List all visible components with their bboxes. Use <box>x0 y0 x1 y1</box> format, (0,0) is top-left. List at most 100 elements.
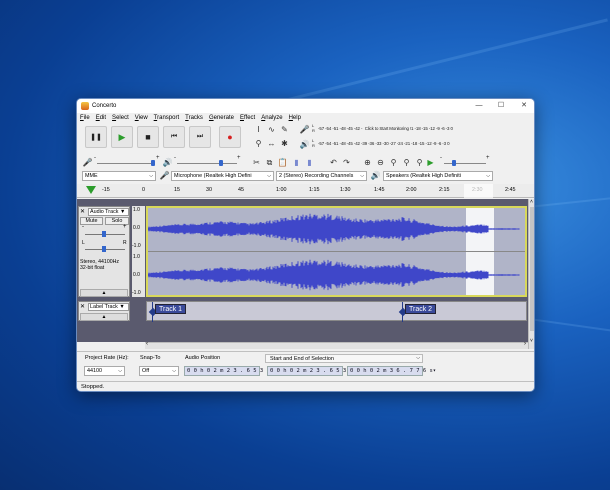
play-speed-thumb[interactable] <box>452 160 456 166</box>
vertical-scrollbar[interactable]: ˄ ˅ <box>528 199 534 349</box>
zoom-out-icon[interactable]: ⊖ <box>375 157 386 168</box>
recording-device-select[interactable]: Microphone (Realtek High Defini ⌵ <box>171 171 274 181</box>
redo-icon[interactable]: ↷ <box>341 157 352 168</box>
multi-tool-icon[interactable]: ✱ <box>279 138 290 149</box>
menu-generate[interactable]: Generate <box>209 115 234 121</box>
speed-plus: + <box>486 155 490 161</box>
horizontal-scrollbar[interactable]: ‹ › <box>145 341 528 349</box>
record-button[interactable]: ● <box>219 126 241 148</box>
timeline-play-head-icon[interactable] <box>86 186 96 194</box>
scroll-left-icon[interactable]: ‹ <box>146 341 148 347</box>
pan-thumb[interactable] <box>102 246 106 252</box>
collapse-track-button[interactable]: ▲ <box>80 289 128 297</box>
record-meter-scale[interactable]: -57 -54 -51 -48 -45 -42 - Click to Start… <box>318 126 453 131</box>
scroll-down-icon[interactable]: ˅ <box>530 338 533 344</box>
audio-clip[interactable] <box>146 206 527 297</box>
silence-audio-icon[interactable]: ▮ <box>304 157 315 168</box>
chevron-down-icon: ⌵ <box>486 173 490 179</box>
speed-minus: - <box>440 155 442 161</box>
playback-volume-thumb[interactable] <box>219 160 223 166</box>
menu-analyze[interactable]: Analyze <box>261 115 282 121</box>
audio-host-value: MME <box>85 173 98 179</box>
playback-device-select[interactable]: Speakers (Realtek High Definiti ⌵ <box>383 171 493 181</box>
menu-edit[interactable]: Edit <box>96 115 106 121</box>
ruler-tick-label: 30 <box>206 187 212 193</box>
maximize-button[interactable]: ☐ <box>491 99 511 113</box>
microphone-icon[interactable]: 🎤 <box>299 124 310 135</box>
amplitude-scale: 1.0 0.0 -1.0 1.0 0.0 -1.0 <box>132 206 145 297</box>
snap-to-value: Off <box>142 368 150 374</box>
menu-tracks[interactable]: Tracks <box>185 115 203 121</box>
play-meter-scale[interactable]: -57 -54 -51 -48 -45 -42 -39 -36 -33 -30 … <box>318 141 450 146</box>
record-volume-thumb[interactable] <box>151 160 155 166</box>
scroll-up-icon[interactable]: ˄ <box>530 199 533 205</box>
fit-selection-icon[interactable]: ⚲ <box>388 157 399 168</box>
copy-icon[interactable]: ⧉ <box>264 157 275 168</box>
skip-to-end-button[interactable]: ⏭ <box>189 126 211 148</box>
trim-audio-icon[interactable]: ▮ <box>291 157 302 168</box>
timeline-ruler[interactable]: -1501530451:001:151:301:452:002:152:302:… <box>77 184 534 198</box>
window-title: Concerto <box>92 103 117 109</box>
label-track-1[interactable]: Track 1 <box>155 304 187 314</box>
play-speed-slider[interactable] <box>444 163 486 164</box>
menu-help[interactable]: Help <box>289 115 301 121</box>
selection-end-field[interactable]: 0 0 h 0 2 m 3 6 . 7 7 6 s▾ <box>347 366 436 376</box>
label-track-menu[interactable]: Label Track ▼ <box>88 303 129 311</box>
track-info: Stereo, 44100Hz 32-bit float <box>80 259 119 271</box>
scale-top-ch1: 1.0 <box>133 207 140 213</box>
scroll-right-icon[interactable]: › <box>524 341 526 347</box>
playback-device-value: Speakers (Realtek High Definiti <box>386 173 461 179</box>
audio-track-name: Audio Track <box>90 209 119 215</box>
transport-toolbar: ❚❚ ▶ ■ ⏮ ⏭ ● I ∿ ✎ ⚲ ↔ ✱ 🎤 LR -57 -54 -5… <box>77 122 534 156</box>
zoom-tool-icon[interactable]: ⚲ <box>253 138 264 149</box>
recording-device-icon: 🎤 <box>159 171 170 180</box>
vertical-scroll-thumb[interactable] <box>530 207 534 331</box>
close-button[interactable]: ✕ <box>514 99 534 113</box>
scale-top-ch2: 1.0 <box>133 254 140 260</box>
selection-mode-select[interactable]: Start and End of Selection ⌵ <box>265 354 423 363</box>
gain-thumb[interactable] <box>102 231 106 237</box>
selection-start-field[interactable]: 0 0 h 0 2 m 2 3 . 6 5 3 s▾ <box>267 366 356 376</box>
cut-icon[interactable]: ✂ <box>251 157 262 168</box>
audio-host-select[interactable]: MME ⌵ <box>82 171 156 181</box>
menu-file[interactable]: File <box>80 115 90 121</box>
record-volume-slider[interactable] <box>97 163 155 164</box>
pause-button[interactable]: ❚❚ <box>85 126 107 148</box>
minimize-button[interactable]: — <box>469 99 489 113</box>
envelope-tool-icon[interactable]: ∿ <box>266 124 277 135</box>
speaker-icon[interactable]: 🔊 <box>299 139 310 150</box>
device-toolbar: MME ⌵ 🎤 Microphone (Realtek High Defini ⌵ … <box>77 170 534 182</box>
time-shift-tool-icon[interactable]: ↔ <box>266 138 277 149</box>
stop-button[interactable]: ■ <box>137 126 159 148</box>
zoom-in-icon[interactable]: ⊕ <box>362 157 373 168</box>
menu-effect[interactable]: Effect <box>240 115 255 121</box>
project-rate-select[interactable]: 44100 ⌵ <box>84 366 125 376</box>
paste-icon[interactable]: 📋 <box>277 157 288 168</box>
recording-channels-select[interactable]: 2 (Stereo) Recording Channels ⌵ <box>276 171 367 181</box>
menu-view[interactable]: View <box>135 115 148 121</box>
label-track[interactable]: Track 1 Track 2 <box>146 301 527 322</box>
play-at-speed-icon[interactable]: ▶ <box>425 157 436 168</box>
snap-to-select[interactable]: Off ⌵ <box>139 366 179 376</box>
label-track-2[interactable]: Track 2 <box>405 304 437 314</box>
title-bar: Concerto — ☐ ✕ <box>77 99 534 113</box>
audio-track-menu[interactable]: Audio Track ▼ <box>88 208 129 216</box>
collapse-label-track-button[interactable]: ▲ <box>80 313 128 321</box>
audio-position-field[interactable]: 0 0 h 0 2 m 2 3 . 6 5 3 s▾ <box>184 366 273 376</box>
play-button[interactable]: ▶ <box>111 126 133 148</box>
scale-bottom-ch2: -1.0 <box>132 290 141 296</box>
selection-end-value: 0 0 h 0 2 m 3 6 . 7 7 6 s <box>350 368 433 374</box>
fit-project-icon[interactable]: ⚲ <box>401 157 412 168</box>
waveform <box>148 208 525 295</box>
undo-icon[interactable]: ↶ <box>328 157 339 168</box>
zoom-toggle-icon[interactable]: ⚲ <box>414 157 425 168</box>
draw-tool-icon[interactable]: ✎ <box>279 124 290 135</box>
selection-tool-icon[interactable]: I <box>253 124 264 135</box>
label-track-close-icon[interactable]: ✕ <box>80 303 85 310</box>
recording-device-value: Microphone (Realtek High Defini <box>174 173 252 179</box>
menu-select[interactable]: Select <box>112 115 129 121</box>
menu-transport[interactable]: Transport <box>154 115 179 121</box>
playback-volume-slider[interactable] <box>177 163 237 164</box>
audio-track-close-icon[interactable]: ✕ <box>80 208 85 215</box>
skip-to-start-button[interactable]: ⏮ <box>163 126 185 148</box>
